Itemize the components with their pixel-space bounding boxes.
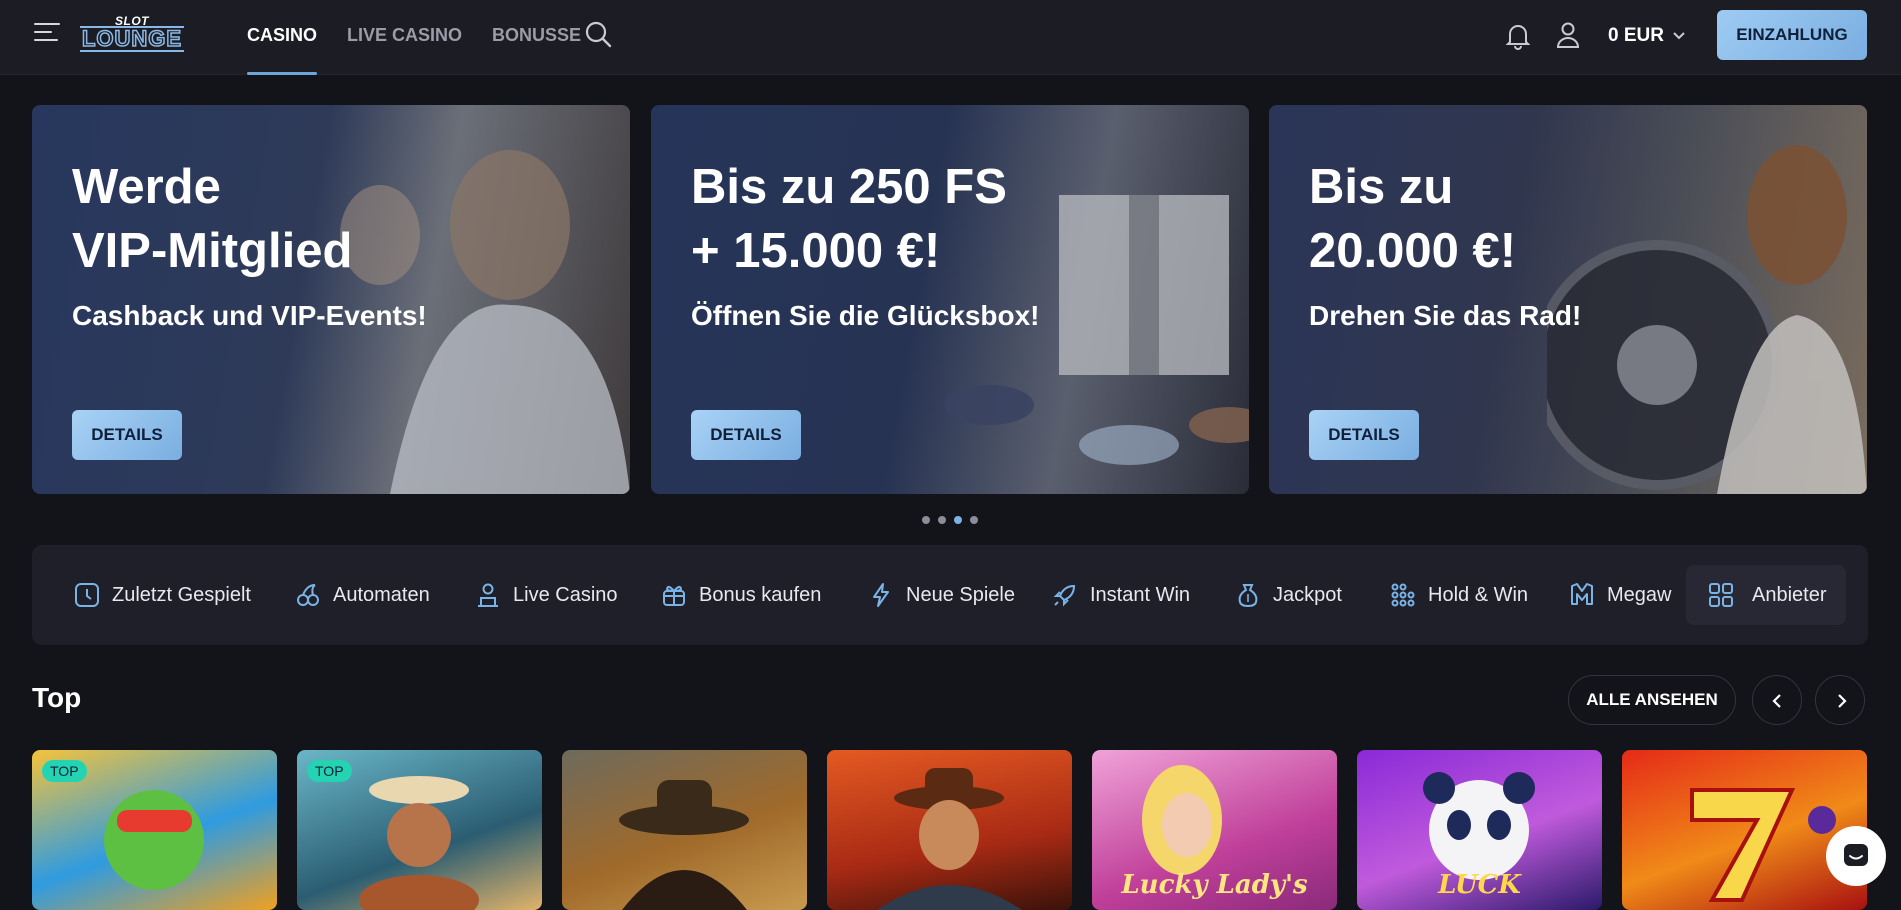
category-instant-win[interactable]: Instant Win — [1052, 545, 1190, 645]
game-title: LUCK — [1438, 870, 1521, 900]
cherries-icon — [297, 584, 319, 606]
fruit-seven-game-image — [1690, 788, 1836, 902]
provider-label: Anbieter — [1752, 583, 1827, 606]
carousel-dots — [922, 516, 986, 524]
balance-selector[interactable]: 0 EUR — [1608, 24, 1686, 48]
category-bar: Zuletzt Gespielt Automaten Live Casino B… — [32, 545, 1868, 645]
next-button[interactable] — [1815, 675, 1865, 725]
deposit-button[interactable]: EINZAHLUNG — [1717, 10, 1867, 60]
details-button[interactable]: DETAILS — [1309, 410, 1419, 460]
chevron-right-icon — [1838, 694, 1847, 708]
category-jackpot[interactable]: Jackpot — [1235, 545, 1342, 645]
menu-icon[interactable] — [34, 23, 60, 45]
game-tile[interactable]: TOP — [297, 750, 542, 910]
game-tile[interactable]: Lucky Lady's — [1092, 750, 1337, 910]
rocket-icon — [1053, 584, 1076, 607]
game-tile[interactable]: TOP — [32, 750, 277, 910]
balance-value: 0 EUR — [1608, 25, 1664, 46]
dealer-icon — [478, 583, 498, 607]
grid-icon — [1709, 583, 1733, 607]
category-neue-spiele[interactable]: Neue Spiele — [868, 545, 1015, 645]
carousel-dot[interactable] — [970, 516, 978, 524]
category-label: Neue Spiele — [906, 583, 1015, 606]
nav-live-casino[interactable]: LIVE CASINO — [347, 0, 462, 75]
carousel-dot[interactable] — [938, 516, 946, 524]
game-tile[interactable]: LUCK — [1357, 750, 1602, 910]
banner-subtitle: Cashback und VIP-Events! — [72, 300, 427, 331]
section-title: Top — [32, 682, 82, 713]
logo[interactable]: SLOT LOUNGE — [80, 14, 184, 54]
banner-subtitle: Öffnen Sie die Glücksbox! — [691, 300, 1040, 331]
chat-button[interactable] — [1826, 826, 1886, 886]
top-badge: TOP — [307, 760, 352, 782]
top-header: SLOT LOUNGE CASINO LIVE CASINO BONUSSE 0… — [0, 0, 1901, 75]
carousel-dot[interactable] — [922, 516, 930, 524]
banner-title: Bis zu 20.000 €! — [1309, 160, 1517, 278]
game-tile[interactable] — [562, 750, 807, 910]
clock-icon — [75, 583, 99, 607]
provider-button[interactable]: Anbieter — [1686, 565, 1846, 625]
category-label: Hold & Win — [1428, 583, 1529, 606]
category-megaways[interactable]: Megaw — [1569, 545, 1671, 645]
user-icon[interactable] — [1555, 21, 1581, 49]
banner-title: Bis zu 250 FS + 15.000 €! — [691, 160, 1007, 278]
cowboy-game-image — [619, 780, 749, 910]
category-label: Jackpot — [1273, 583, 1342, 606]
banner-luckybox[interactable]: Bis zu 250 FS + 15.000 €! Öffnen Sie die… — [651, 105, 1249, 494]
banner-vip[interactable]: Werde VIP-Mitglied Cashback und VIP-Even… — [32, 105, 630, 494]
prev-button[interactable] — [1752, 675, 1802, 725]
category-hold-win[interactable]: Hold & Win — [1390, 545, 1528, 645]
moneybag-icon — [1238, 584, 1258, 608]
chevron-down-icon — [1673, 32, 1685, 40]
gift-icon — [663, 585, 685, 606]
category-label: Live Casino — [513, 583, 618, 606]
details-button[interactable]: DETAILS — [72, 410, 182, 460]
category-recently-played[interactable]: Zuletzt Gespielt — [74, 545, 251, 645]
category-live-casino[interactable]: Live Casino — [475, 545, 618, 645]
category-label: Megaw — [1607, 583, 1672, 606]
nav-bonusse[interactable]: BONUSSE — [492, 0, 581, 75]
chat-icon — [1844, 844, 1868, 866]
category-bonus-kaufen[interactable]: Bonus kaufen — [661, 545, 821, 645]
main-nav: CASINO LIVE CASINO BONUSSE — [247, 0, 611, 75]
carousel-dot[interactable] — [954, 516, 962, 524]
search-icon[interactable] — [584, 20, 614, 50]
explorer-game-image — [877, 768, 1022, 910]
category-label: Automaten — [333, 583, 430, 606]
game-tile[interactable] — [827, 750, 1072, 910]
banner-wheel[interactable]: Bis zu 20.000 €! Drehen Sie das Rad! DET… — [1269, 105, 1867, 494]
grid-dots-icon — [1391, 583, 1415, 607]
category-label: Bonus kaufen — [699, 583, 822, 606]
game-tile[interactable] — [1622, 750, 1867, 910]
banner-subtitle: Drehen Sie das Rad! — [1309, 300, 1582, 331]
top-badge: TOP — [42, 760, 87, 782]
see-all-button[interactable]: ALLE ANSEHEN — [1568, 675, 1736, 725]
category-label: Zuletzt Gespielt — [112, 583, 251, 606]
banner-title: Werde VIP-Mitglied — [72, 160, 353, 278]
details-button[interactable]: DETAILS — [691, 410, 801, 460]
bell-icon[interactable] — [1505, 22, 1531, 50]
game-title: Lucky Lady's — [1121, 870, 1308, 900]
lightning-icon — [873, 583, 889, 607]
logo-main-text: LOUNGE — [80, 26, 184, 52]
megaways-icon — [1571, 583, 1593, 605]
nav-casino[interactable]: CASINO — [247, 0, 318, 75]
category-automaten[interactable]: Automaten — [295, 545, 430, 645]
category-label: Instant Win — [1090, 583, 1191, 606]
chevron-left-icon — [1772, 694, 1781, 708]
